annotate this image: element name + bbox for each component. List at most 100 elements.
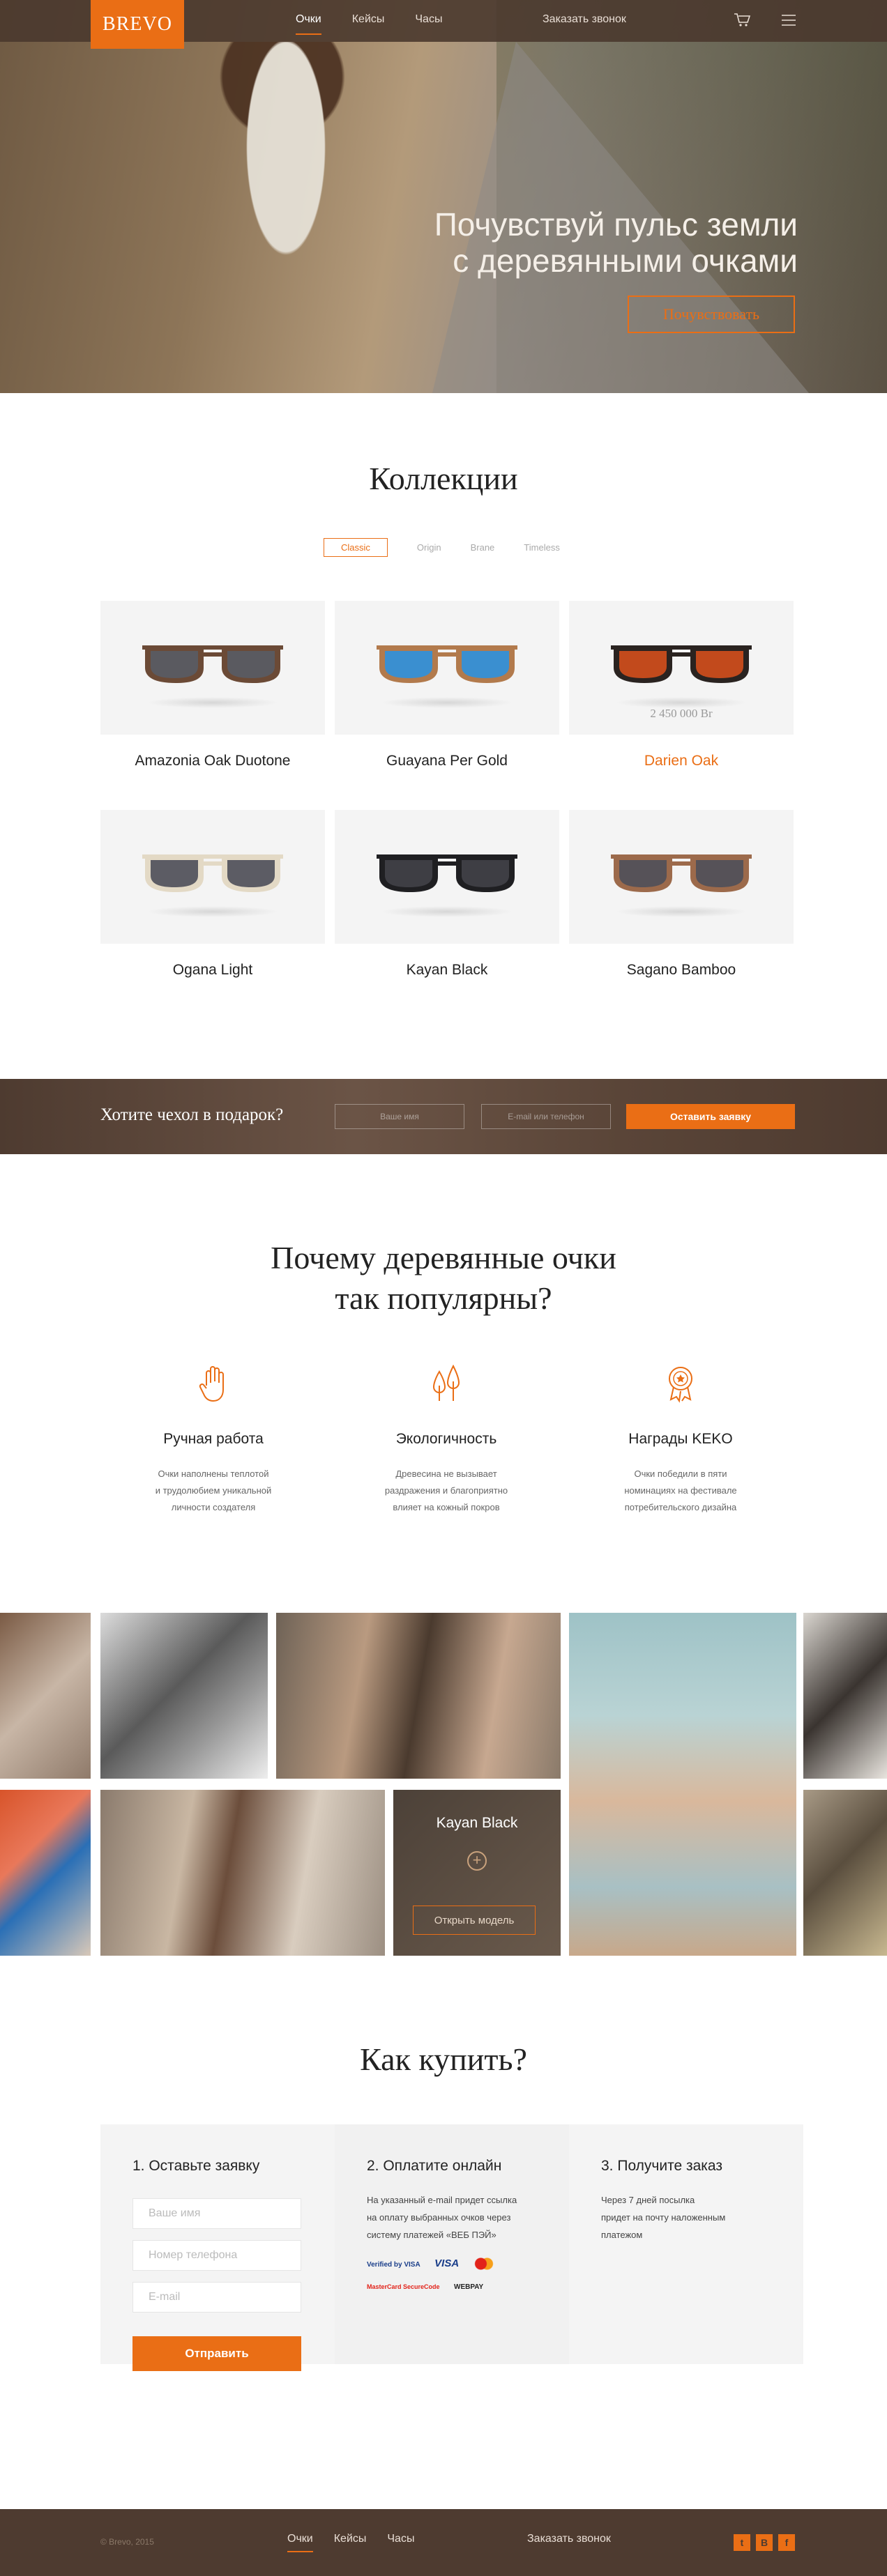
sunglasses-image xyxy=(377,854,517,892)
feature-text: Очки победили в пяти номинациях на фестив… xyxy=(624,1469,737,1512)
top-navigation: BREVO Очки Кейсы Часы Заказать звонок xyxy=(0,0,887,49)
gallery-photo-redhead[interactable] xyxy=(0,1790,91,1956)
product-name[interactable]: Guayana Per Gold xyxy=(335,753,559,769)
twitter-icon[interactable]: t xyxy=(734,2534,750,2551)
gift-promo-bar: Хотите чехол в подарок? Ваше имя E-mail … xyxy=(0,1079,887,1154)
webpay-logo: WEBPAY xyxy=(454,2283,484,2292)
footer: © Brevo, 2015 Очки Кейсы Часы Заказать з… xyxy=(0,2509,887,2576)
product-shadow xyxy=(381,906,513,917)
sunglasses-image xyxy=(377,645,517,683)
step-payment: 2. Оплатите онлайн На указанный e-mail п… xyxy=(335,2124,569,2364)
step-title: 1. Оставьте заявку xyxy=(132,2158,260,2174)
hand-icon xyxy=(199,1366,224,1402)
step-text: На указанный e-mail придет ссылка на опла… xyxy=(367,2195,517,2240)
promo-contact-input[interactable]: E-mail или телефон xyxy=(481,1104,611,1129)
gallery-photo-photographer[interactable] xyxy=(803,1790,887,1956)
how-to-buy-title: Как купить? xyxy=(360,2041,527,2077)
feature-awards: Награды KEKO Очки победили в пяти номинац… xyxy=(576,1365,785,1516)
feature-title: Экологичность xyxy=(395,1431,497,1447)
cart-icon[interactable] xyxy=(734,13,750,28)
footer-link-watches[interactable]: Часы xyxy=(387,2533,414,2545)
facebook-icon[interactable]: f xyxy=(778,2534,795,2551)
payment-logos-row1: Verified by VISA VISA xyxy=(367,2257,537,2270)
gallery-photo-man-bw[interactable] xyxy=(100,1613,268,1779)
mastercard-logo-circles xyxy=(473,2257,494,2270)
product-card[interactable] xyxy=(100,601,325,735)
vk-icon[interactable]: B xyxy=(756,2534,773,2551)
product-shadow xyxy=(381,697,513,708)
product-card[interactable] xyxy=(335,601,559,735)
nav-link-cases[interactable]: Кейсы xyxy=(352,0,385,42)
product-name[interactable]: Amazonia Oak Duotone xyxy=(100,753,325,769)
how-to-buy-panel: 1. Оставьте заявку Ваше имя Номер телефо… xyxy=(100,2124,803,2371)
tab-timeless[interactable]: Timeless xyxy=(524,542,560,553)
gallery-photo-two-women[interactable] xyxy=(276,1613,561,1779)
collection-tabs: Classic Origin Brane Timeless xyxy=(324,538,589,557)
nav-link-watches[interactable]: Часы xyxy=(415,0,442,42)
brevo-logo[interactable]: BREVO xyxy=(91,0,184,49)
menu-icon[interactable] xyxy=(781,14,796,26)
nav-link-glasses[interactable]: Очки xyxy=(296,0,321,42)
feature-handmade: Ручная работа Очки наполнены теплотой и т… xyxy=(109,1365,318,1516)
promo-submit-button[interactable]: Оставить заявку xyxy=(626,1104,795,1129)
product-shadow xyxy=(146,697,279,708)
hero-feel-button[interactable]: Почувствовать xyxy=(628,296,795,333)
feature-eco: Экологичность Древесина не вызывает раздр… xyxy=(342,1364,551,1516)
visa-logo: VISA xyxy=(434,2257,460,2270)
copyright: © Brevo, 2015 xyxy=(100,2537,154,2547)
footer-call-request[interactable]: Заказать звонок xyxy=(527,2533,611,2545)
buy-email-input[interactable]: E-mail xyxy=(132,2282,301,2313)
award-icon xyxy=(669,1367,692,1403)
gallery-photo-man-fence[interactable] xyxy=(100,1790,385,1956)
step-title: 3. Получите заказ xyxy=(601,2158,723,2174)
hero-banner: Почувствуй пульс земли с деревянными очка… xyxy=(0,0,887,393)
payment-logos-row2: MasterCard SecureCode WEBPAY xyxy=(367,2280,537,2292)
tab-origin[interactable]: Origin xyxy=(417,542,441,553)
collections-title: Коллекции xyxy=(369,461,518,496)
gallery-photo-woman-sitting[interactable] xyxy=(569,1613,796,1956)
sunglasses-image xyxy=(142,854,283,892)
nav-call-request[interactable]: Заказать звонок xyxy=(543,0,626,39)
product-name[interactable]: Kayan Black xyxy=(335,962,559,979)
product-card[interactable] xyxy=(100,810,325,944)
step-receive: 3. Получите заказ Через 7 дней посылка пр… xyxy=(569,2124,803,2364)
trees-icon xyxy=(432,1364,460,1401)
buy-submit-button[interactable]: Отправить xyxy=(132,2336,301,2371)
hero-title: Почувствуй пульс земли с деревянными очка… xyxy=(434,206,798,279)
step-text: Через 7 дней посылка придет на почту нало… xyxy=(601,2195,726,2240)
footer-links: Очки Кейсы Часы xyxy=(287,2533,435,2552)
sunglasses-image xyxy=(611,645,752,683)
feature-text: Очки наполнены теплотой и трудолюбием уни… xyxy=(155,1469,272,1512)
promo-question: Хотите чехол в подарок? xyxy=(100,1105,284,1124)
product-name[interactable]: Sagano Bamboo xyxy=(569,962,794,979)
product-name[interactable]: Darien Oak xyxy=(569,753,794,769)
sunglasses-image xyxy=(611,854,752,892)
step-title: 2. Оплатите онлайн xyxy=(367,2158,502,2174)
mastercard-securecode-logo: MasterCard SecureCode xyxy=(367,2283,440,2291)
product-card[interactable]: 2 450 000 Br xyxy=(569,601,794,735)
why-title: Почему деревянные очки так популярны? xyxy=(271,1240,616,1316)
promo-name-input[interactable]: Ваше имя xyxy=(335,1104,464,1129)
product-name[interactable]: Ogana Light xyxy=(100,962,325,979)
sunglasses-image xyxy=(142,645,283,683)
verified-by-visa-logo: Verified by VISA xyxy=(367,2261,420,2269)
product-card[interactable] xyxy=(569,810,794,944)
tab-classic[interactable]: Classic xyxy=(324,538,388,557)
gallery-photo-man-right[interactable] xyxy=(803,1613,887,1779)
footer-link-glasses[interactable]: Очки xyxy=(287,2533,313,2552)
open-model-button[interactable]: Открыть модель xyxy=(413,1906,536,1935)
gallery-model-card: Kayan Black + Открыть модель xyxy=(393,1790,561,1956)
model-title: Kayan Black xyxy=(436,1815,518,1831)
plus-icon[interactable]: + xyxy=(467,1851,487,1871)
buy-name-input[interactable]: Ваше имя xyxy=(132,2198,301,2229)
tab-brane[interactable]: Brane xyxy=(471,542,495,553)
gallery-photo-car-mirror[interactable] xyxy=(0,1613,91,1779)
step-request: 1. Оставьте заявку Ваше имя Номер телефо… xyxy=(100,2124,335,2371)
buy-phone-input[interactable]: Номер телефона xyxy=(132,2240,301,2271)
product-card[interactable] xyxy=(335,810,559,944)
feature-title: Награды KEKO xyxy=(628,1431,733,1447)
footer-link-cases[interactable]: Кейсы xyxy=(334,2533,367,2545)
hero-photo-person xyxy=(195,42,377,393)
feature-text: Древесина не вызывает раздражения и благо… xyxy=(384,1469,508,1512)
nav-links: Очки Кейсы Часы xyxy=(296,0,473,42)
